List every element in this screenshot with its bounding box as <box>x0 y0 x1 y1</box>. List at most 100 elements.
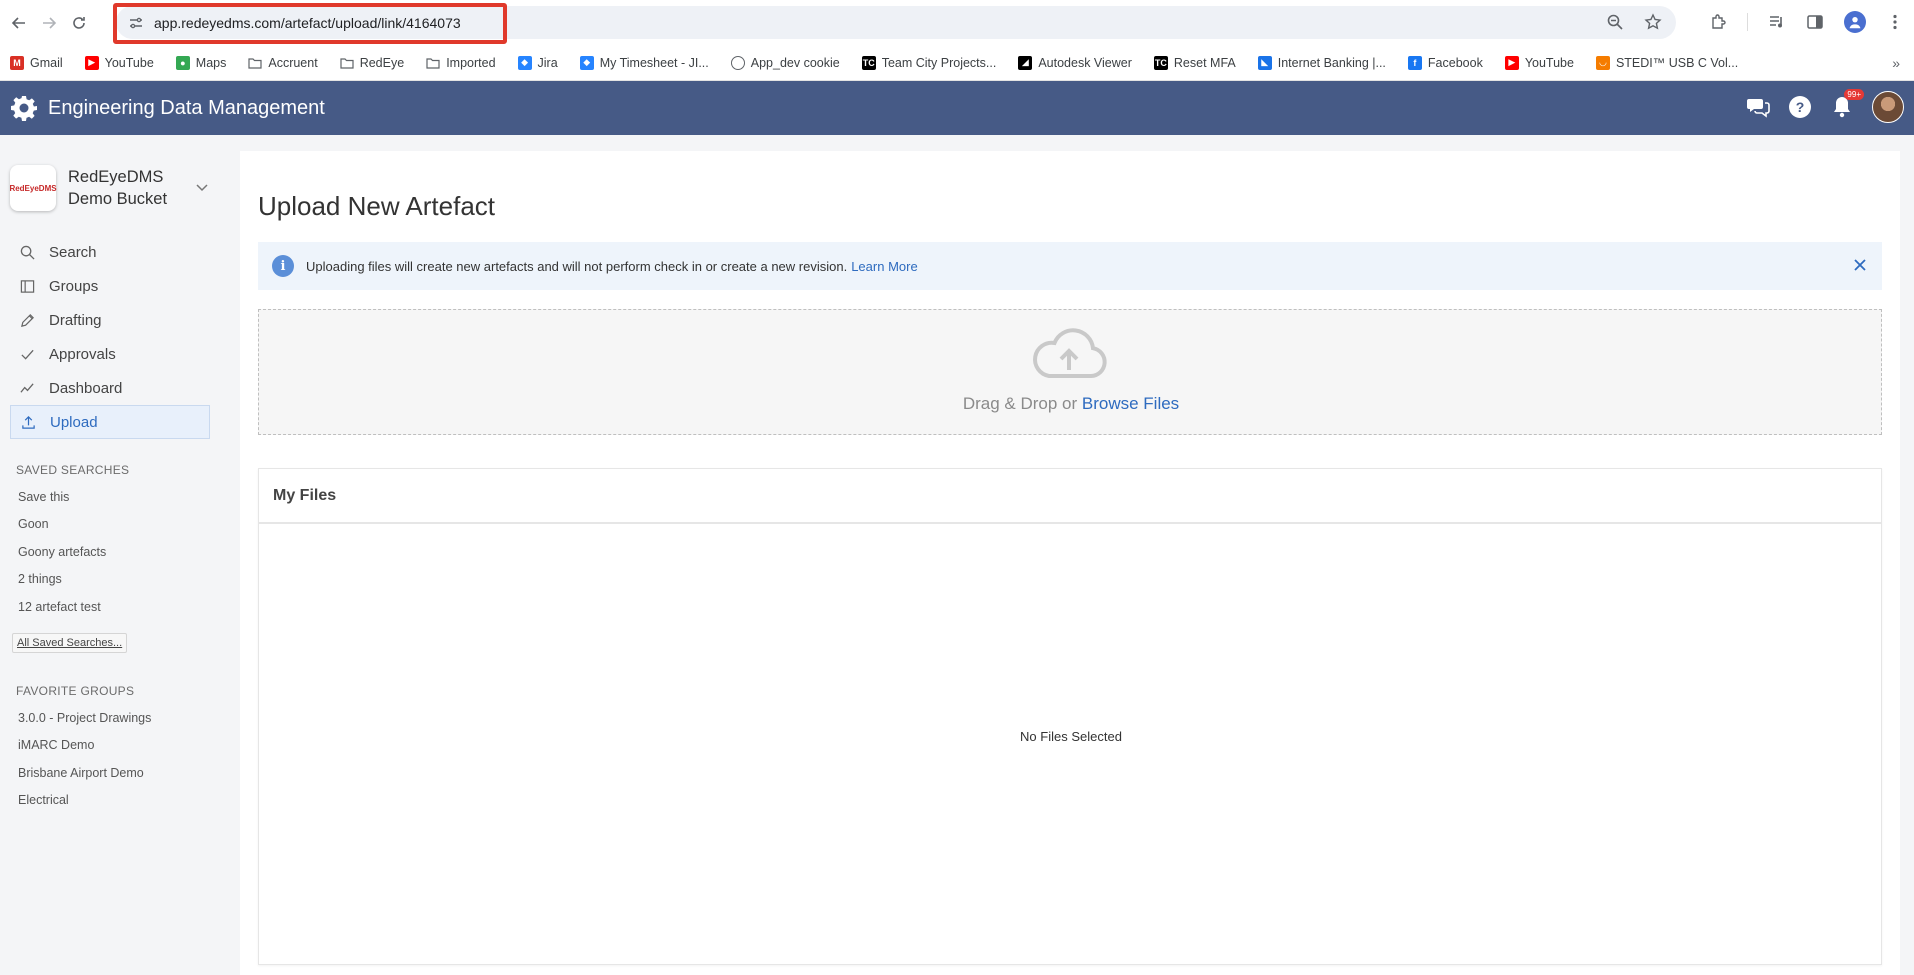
menu-item-upload[interactable]: Upload <box>10 405 210 439</box>
favorite-groups-title: FAVORITE GROUPS <box>16 684 135 698</box>
menu-item-dashboard[interactable]: Dashboard <box>10 371 210 405</box>
bookmark-label: Team City Projects... <box>881 55 997 70</box>
help-icon[interactable]: ? <box>1788 95 1812 119</box>
bookmark-label: RedEye <box>359 55 405 70</box>
favorite-group-item[interactable]: iMARC Demo <box>18 732 151 760</box>
bookmark-item[interactable]: TC Team City Projects... <box>861 55 997 70</box>
menu-item-approvals[interactable]: Approvals <box>10 337 210 371</box>
favorite-group-item[interactable]: Brisbane Airport Demo <box>18 759 151 787</box>
search-icon <box>20 245 35 260</box>
menu-item-label: Dashboard <box>49 379 123 397</box>
bookmark-star-icon[interactable] <box>1644 13 1662 31</box>
bookmark-item[interactable]: ◆ My Timesheet - JI... <box>579 55 709 70</box>
bookmark-label: YouTube <box>1524 55 1574 70</box>
workspace-switcher[interactable]: RedEyeDMS RedEyeDMS Demo Bucket <box>9 163 210 213</box>
favorite-groups-list: 3.0.0 - Project Drawings iMARC Demo Bris… <box>18 704 151 814</box>
chat-icon[interactable] <box>1746 95 1770 119</box>
side-panel-icon[interactable] <box>1806 13 1824 31</box>
youtube-icon: ▶ <box>84 55 99 70</box>
chevron-down-icon[interactable] <box>194 179 210 195</box>
bookmark-item[interactable]: ● Maps <box>175 55 227 70</box>
site-info-icon[interactable] <box>128 15 144 31</box>
menu-item-label: Drafting <box>49 311 102 329</box>
bookmark-label: YouTube <box>104 55 154 70</box>
close-icon[interactable] <box>1852 257 1868 273</box>
back-icon[interactable] <box>8 12 30 34</box>
bookmarks-overflow-icon[interactable]: » <box>1892 55 1900 71</box>
youtube-icon: ▶ <box>1504 55 1519 70</box>
saved-search-item[interactable]: 2 things <box>18 566 106 594</box>
no-files-message: No Files Selected <box>1020 729 1122 744</box>
my-files-panel: My Files No Files Selected <box>258 468 1882 965</box>
drag-drop-label: Drag & Drop or <box>962 394 1078 413</box>
profile-icon[interactable] <box>1844 11 1866 33</box>
info-banner: i Uploading files will create new artefa… <box>258 242 1882 290</box>
media-control-icon[interactable] <box>1768 13 1786 31</box>
teamcity-icon: TC <box>861 55 876 70</box>
app-title: Engineering Data Management <box>48 96 325 119</box>
stedi-icon: ◡ <box>1595 55 1610 70</box>
saved-search-item[interactable]: Goon <box>18 511 106 539</box>
saved-search-item[interactable]: Goony artefacts <box>18 538 106 566</box>
reload-icon[interactable] <box>68 12 90 34</box>
bookmark-item[interactable]: TC Reset MFA <box>1153 55 1236 70</box>
bookmark-item[interactable]: ◆ Jira <box>517 55 558 70</box>
menu-item-groups[interactable]: Groups <box>10 269 210 303</box>
learn-more-link[interactable]: Learn More <box>851 259 917 274</box>
saved-search-item[interactable]: Save this <box>18 483 106 511</box>
pencil-icon <box>21 313 34 327</box>
bookmark-item[interactable]: RedEye <box>340 56 404 70</box>
gear-logo-icon[interactable] <box>10 94 38 122</box>
bookmark-item[interactable]: ▶ YouTube <box>84 55 154 70</box>
favorite-group-item[interactable]: Electrical <box>18 787 151 815</box>
forward-icon[interactable] <box>38 12 60 34</box>
jira-icon: ◆ <box>579 55 594 70</box>
menu-item-drafting[interactable]: Drafting <box>10 303 210 337</box>
bookmark-label: Maps <box>195 55 227 70</box>
my-files-title: My Files <box>259 469 1881 524</box>
bookmark-label: Jira <box>537 55 558 70</box>
bookmark-label: Accruent <box>268 55 318 70</box>
user-avatar[interactable] <box>1872 91 1904 123</box>
browser-menu-icon[interactable] <box>1886 13 1904 31</box>
chart-line-icon <box>20 382 34 393</box>
folder-icon <box>426 56 440 70</box>
saved-searches-title: SAVED SEARCHES <box>16 463 130 477</box>
info-icon: i <box>272 255 294 277</box>
zoom-icon[interactable] <box>1606 13 1624 31</box>
main-menu: Search Groups Drafting Approvals Dashboa… <box>10 235 210 439</box>
menu-item-search[interactable]: Search <box>10 235 210 269</box>
menu-item-label: Search <box>49 243 97 261</box>
bookmark-item[interactable]: f Facebook <box>1407 55 1483 70</box>
teamcity-icon: TC <box>1153 55 1168 70</box>
folder-icon <box>248 56 262 70</box>
bookmark-label: App_dev cookie <box>750 55 840 70</box>
bookmark-item[interactable]: M Gmail <box>10 55 63 70</box>
bookmark-item[interactable]: App_dev cookie <box>730 55 840 70</box>
browser-toolbar: app.redeyedms.com/artefact/upload/link/4… <box>0 0 1914 45</box>
page-title: Upload New Artefact <box>258 191 496 221</box>
bookmark-label: Autodesk Viewer <box>1038 55 1132 70</box>
address-bar[interactable]: app.redeyedms.com/artefact/upload/link/4… <box>116 6 1676 39</box>
maps-icon: ● <box>175 55 190 70</box>
bookmark-item[interactable]: ▶ YouTube <box>1504 55 1574 70</box>
extensions-icon[interactable] <box>1709 13 1727 31</box>
notification-badge: 99+ <box>1844 89 1864 100</box>
bookmark-label: Internet Banking |... <box>1277 55 1386 70</box>
notifications-icon[interactable]: 99+ <box>1830 89 1864 119</box>
drop-text: Drag & Drop or Browse Files <box>259 394 1883 414</box>
url-text[interactable]: app.redeyedms.com/artefact/upload/link/4… <box>154 15 461 31</box>
favorite-group-item[interactable]: 3.0.0 - Project Drawings <box>18 704 151 732</box>
bookmark-item[interactable]: ◢ Autodesk Viewer <box>1018 55 1132 70</box>
all-saved-searches-button[interactable]: All Saved Searches... <box>12 633 128 653</box>
workspace-name: RedEyeDMS Demo Bucket <box>68 168 168 208</box>
file-dropzone[interactable]: Drag & Drop or Browse Files <box>258 309 1882 435</box>
bookmark-item[interactable]: Imported <box>426 56 496 70</box>
bank-icon: ◣ <box>1257 55 1272 70</box>
bookmark-item[interactable]: Accruent <box>248 55 318 70</box>
browse-files-link[interactable]: Browse Files <box>1082 394 1179 413</box>
saved-search-item[interactable]: 12 artefact test <box>18 593 106 621</box>
groups-icon <box>20 279 35 293</box>
bookmark-item[interactable]: ◣ Internet Banking |... <box>1257 55 1386 70</box>
bookmark-item[interactable]: ◡ STEDI™ USB C Vol... <box>1595 55 1738 70</box>
